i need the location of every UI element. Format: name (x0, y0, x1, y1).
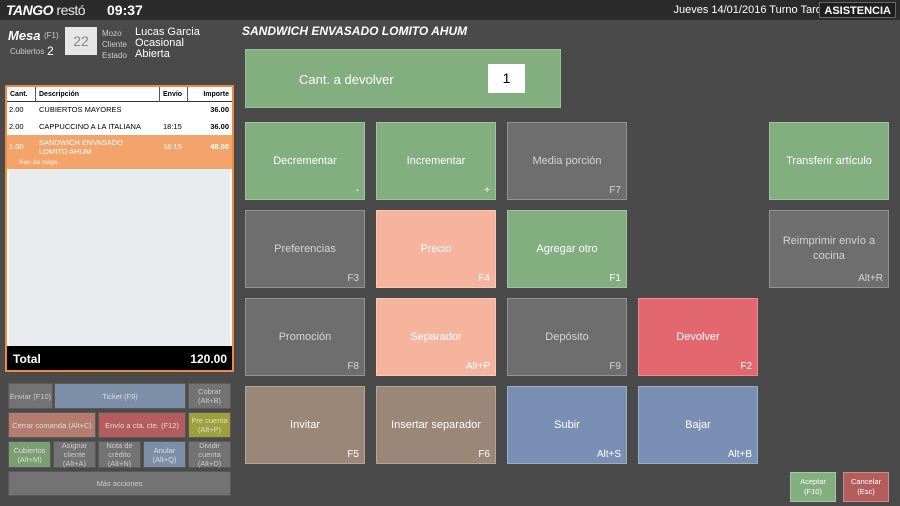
order-header: Cant. Descripción Envío Importe (7, 87, 232, 102)
anular-button[interactable]: Anular (Alt+Q) (143, 441, 186, 468)
asignar-cliente-button[interactable]: Asignar cliente (Alt+A) (53, 441, 96, 468)
pre-cuenta-button[interactable]: Pre cuenta (Alt+P) (188, 412, 231, 438)
nota-credito-button[interactable]: Nota de crédito (Alt+N) (98, 441, 141, 468)
brand-logo: TANGO restó (6, 2, 86, 18)
order-panel: Cant. Descripción Envío Importe 2.00 CUB… (5, 85, 234, 372)
total-value: 120.00 (190, 352, 227, 366)
order-row-note: Pan de miga (19, 159, 58, 166)
envio-cta-button[interactable]: Envío a cta. cte. (F12) (98, 412, 186, 438)
deposito-button[interactable]: Depósito F9 (507, 298, 627, 376)
mas-acciones-button[interactable]: Más acciones (8, 471, 231, 496)
subir-button[interactable]: Subir Alt+S (507, 386, 627, 464)
reimprimir-envio-button[interactable]: Reimprimir envío a cocina Alt+R (769, 210, 889, 288)
col-importe: Importe (203, 91, 229, 98)
preferencias-button[interactable]: Preferencias F3 (245, 210, 365, 288)
order-row-selected[interactable]: 1.00 SANDWICH ENVASADO LOMITO AHUM 18:15… (7, 135, 232, 169)
mozo-label: Mozo (102, 29, 122, 38)
order-row[interactable]: 2.00 CUBIERTOS MAYORES 36.00 (7, 104, 232, 118)
decrementar-button[interactable]: Decrementar - (245, 122, 365, 200)
cerrar-comanda-button[interactable]: Cerrar comanda (Alt+C) (8, 412, 96, 438)
bajar-button[interactable]: Bajar Alt+B (638, 386, 758, 464)
cant-devolver-label: Cant. a devolver (299, 72, 394, 87)
dividir-cuenta-button[interactable]: Dividir cuenta (Alt+D) (188, 441, 231, 468)
product-title: SANDWICH ENVASADO LOMITO AHUM (242, 24, 468, 38)
promocion-button[interactable]: Promoción F8 (245, 298, 365, 376)
enviar-button[interactable]: Enviar (F10) (8, 383, 53, 409)
insertar-separador-button[interactable]: Insertar separador F6 (376, 386, 496, 464)
precio-button[interactable]: Precio F4 (376, 210, 496, 288)
separador-button[interactable]: Separador Alt+P (376, 298, 496, 376)
ticket-button[interactable]: Ticket (F9) (54, 383, 186, 409)
assist-button[interactable]: ASISTENCIA (819, 2, 896, 18)
order-total: Total 120.00 (7, 346, 232, 370)
cubiertos-label: Cubiertos (10, 47, 45, 56)
incrementar-button[interactable]: Incrementar + (376, 122, 496, 200)
transferir-articulo-button[interactable]: Transferir artículo (769, 122, 889, 200)
top-bar: TANGO restó 09:37 Jueves 14/01/2016 Turn… (0, 0, 900, 20)
devolver-button[interactable]: Devolver F2 (638, 298, 758, 376)
order-empty-area (9, 169, 230, 347)
estado-value: Abierta (135, 48, 170, 60)
agregar-otro-button[interactable]: Agregar otro F1 (507, 210, 627, 288)
date-shift: Jueves 14/01/2016 Turno Tarde (673, 4, 828, 16)
order-row[interactable]: 2.00 CAPPUCCINO A LA ITALIANA 18:15 36.0… (7, 121, 232, 135)
mesa-shortcut: (F1) (44, 31, 59, 40)
cubiertos-button[interactable]: Cubiertos (Alt+M) (8, 441, 51, 468)
col-envio: Envío (163, 91, 183, 98)
col-descripcion: Descripción (39, 91, 80, 98)
clock: 09:37 (107, 2, 143, 18)
cant-devolver-input[interactable]: 1 (488, 64, 525, 93)
invitar-button[interactable]: Invitar F5 (245, 386, 365, 464)
total-label: Total (13, 352, 41, 366)
cant-devolver-panel: Cant. a devolver 1 (245, 49, 561, 108)
cubiertos-value: 2 (47, 44, 54, 58)
media-porcion-button[interactable]: Media porción F7 (507, 122, 627, 200)
estado-label: Estado (102, 51, 127, 60)
cancelar-button[interactable]: Cancelar (Esc) (843, 472, 889, 502)
aceptar-button[interactable]: Aceptar (F10) (790, 472, 836, 502)
col-cant: Cant. (10, 91, 28, 98)
mesa-label[interactable]: Mesa (8, 28, 41, 43)
mesa-number: 22 (65, 27, 97, 55)
cliente-label: Cliente (102, 40, 127, 49)
cobrar-button[interactable]: Cobrar (Alt+B) (188, 383, 231, 409)
